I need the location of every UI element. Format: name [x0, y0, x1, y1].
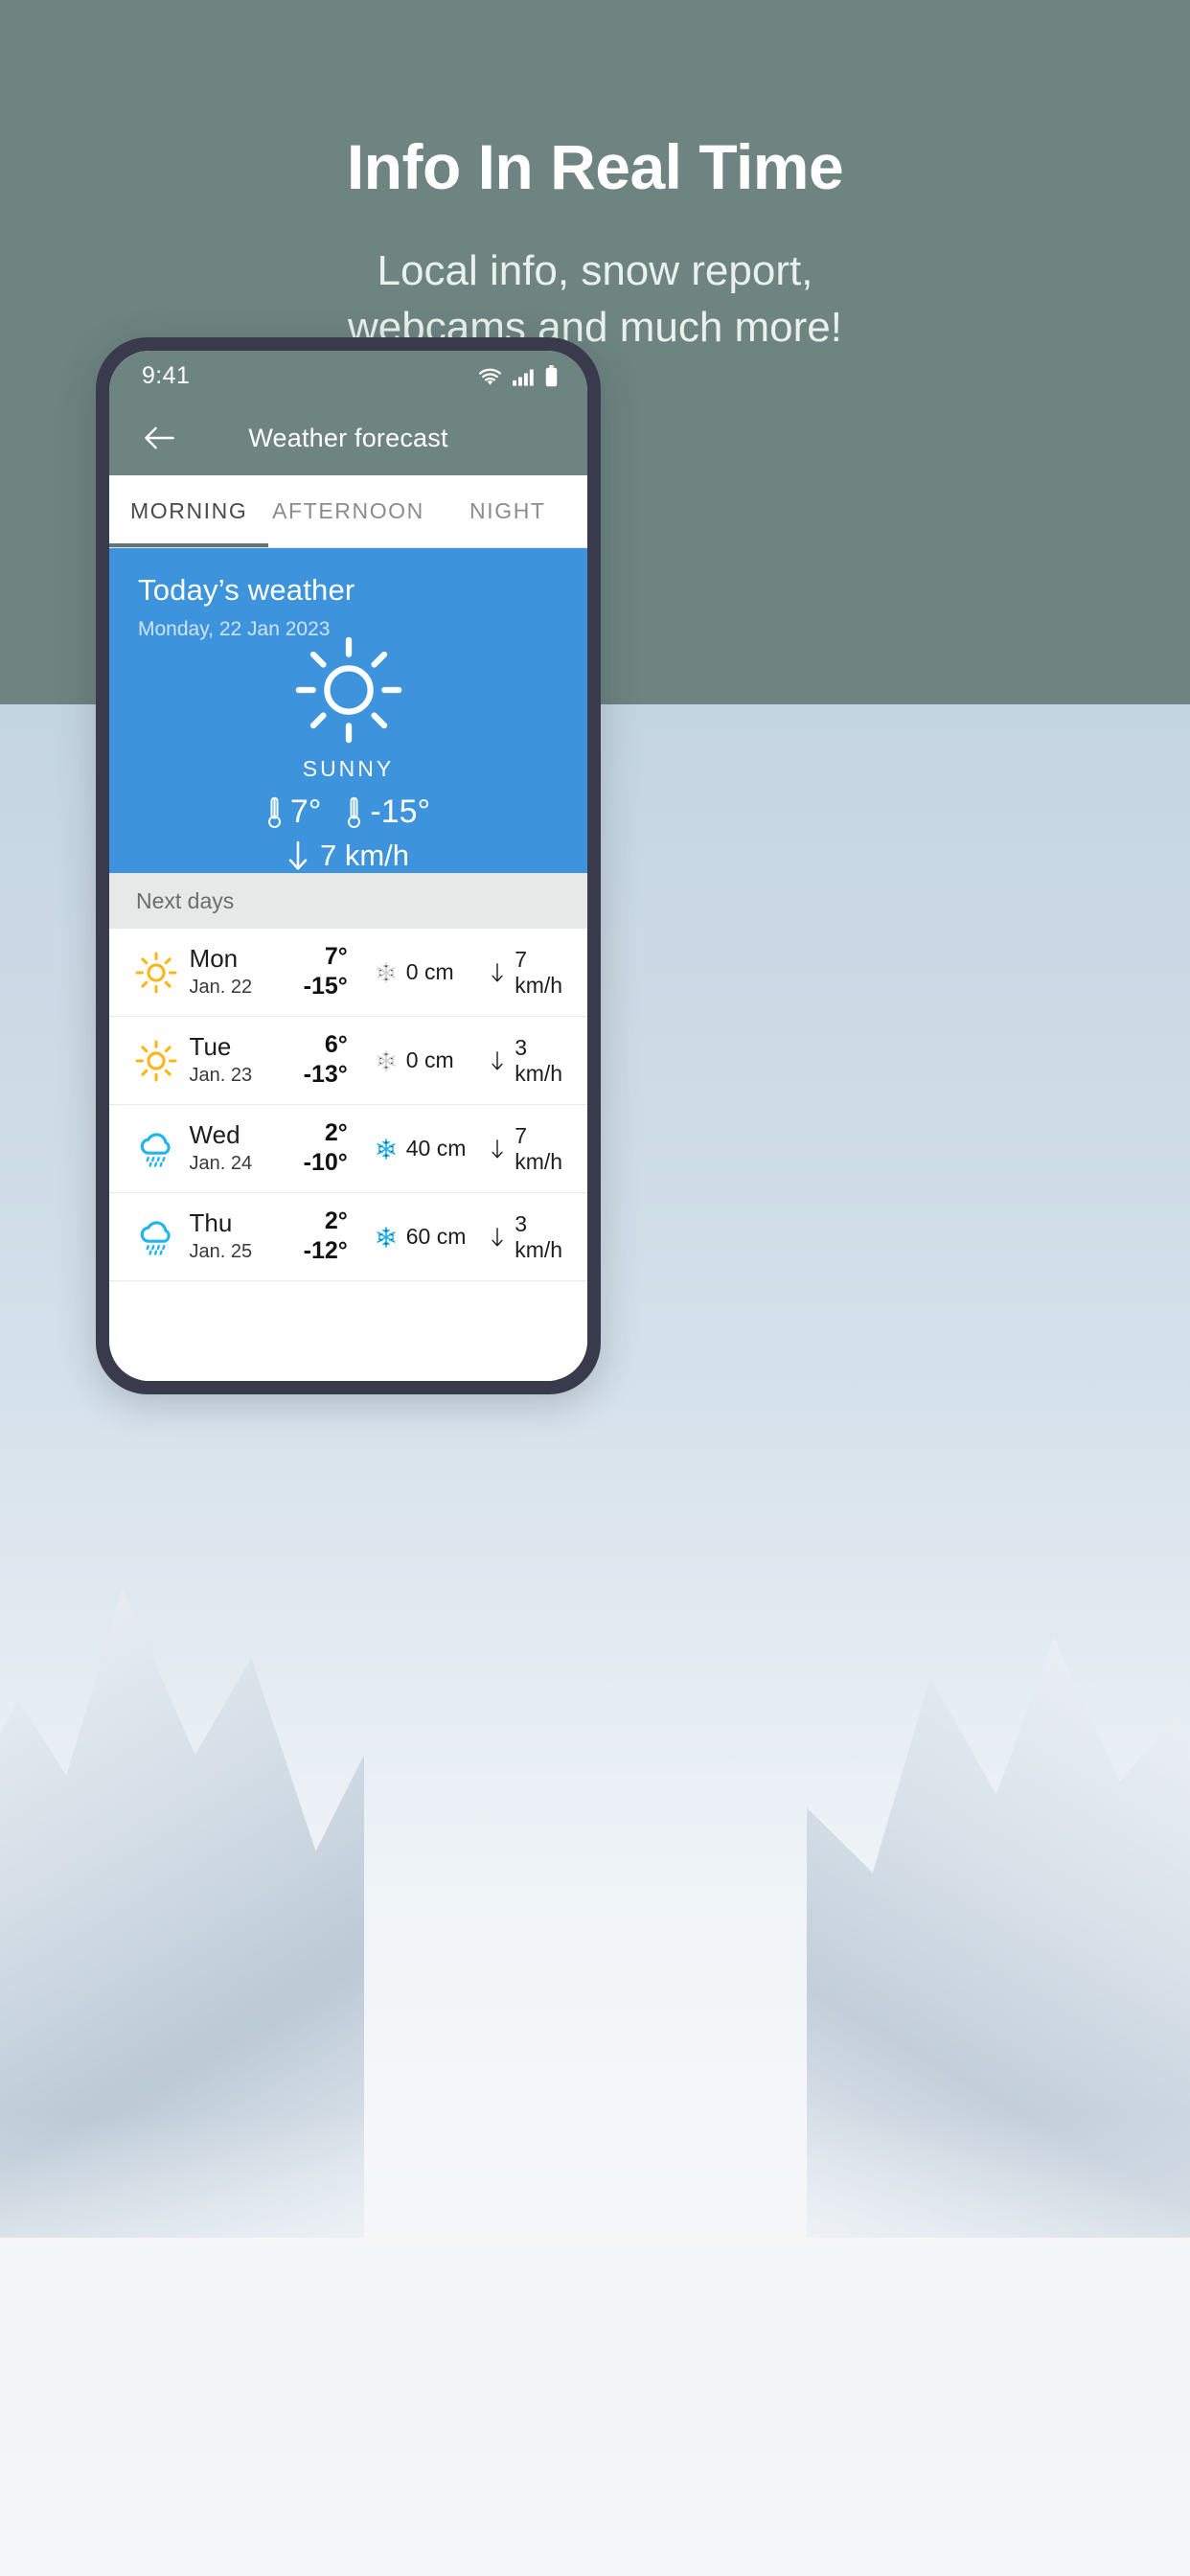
snowflake-icon: [377, 1049, 396, 1071]
forecast-snow-cell: 60 cm: [375, 1224, 481, 1250]
forecast-day-cell: Mon Jan. 22: [189, 943, 271, 999]
snowflake-icon: [377, 1226, 396, 1248]
forecast-day-name: Wed: [189, 1119, 240, 1149]
forecast-day-cell: Thu Jan. 25: [189, 1208, 271, 1263]
snowflake-icon: [377, 961, 396, 983]
forecast-temp-high: 2°: [324, 1207, 348, 1234]
snowflake-icon: [377, 1138, 396, 1160]
forecast-wind-value: 3 km/h: [515, 1210, 563, 1262]
arrow-down-icon: [288, 840, 308, 870]
sun-icon: [135, 1040, 177, 1081]
today-temp-high: 7°: [266, 794, 322, 831]
battery-icon: [545, 364, 558, 386]
hero-subtitle-line-1: Local info, snow report,: [377, 247, 813, 295]
forecast-snow-value: 0 cm: [405, 959, 454, 984]
forecast-snow-cell: 0 cm: [375, 1047, 481, 1073]
forecast-temp-low: -15°: [303, 973, 348, 1000]
forecast-temps-cell: 6° -13°: [271, 1032, 348, 1089]
forecast-temp-low: -12°: [303, 1237, 348, 1265]
forecast-day-name: Thu: [189, 1208, 233, 1237]
forecast-temps-cell: 7° -15°: [271, 944, 348, 1000]
status-bar: 9:41: [109, 351, 587, 401]
hero-copy: Info In Real Time Local info, snow repor…: [0, 0, 1190, 356]
forecast-snow-cell: 0 cm: [375, 959, 481, 985]
forecast-temps-cell: 2° -10°: [271, 1120, 348, 1177]
forecast-temp-high: 2°: [324, 1118, 348, 1146]
forecast-day-name: Mon: [189, 943, 239, 973]
screenshot-root: Info In Real Time Local info, snow repor…: [0, 0, 1190, 2576]
phone-screen: 9:41 Weather forecast MORNING AFTERNOON …: [109, 351, 587, 1381]
forecast-day-cell: Wed Jan. 24: [189, 1119, 271, 1175]
thermometer-icon: [348, 796, 361, 828]
forecast-temps-cell: 2° -12°: [271, 1208, 348, 1265]
today-temperatures: 7° -15°: [266, 794, 430, 831]
forecast-snow-cell: 40 cm: [375, 1136, 481, 1162]
forecast-temp-low: -10°: [303, 1149, 348, 1177]
forecast-temp-low: -13°: [303, 1061, 348, 1089]
forecast-temp-high: 7°: [324, 942, 348, 970]
today-weather-body: SUNNY 7° -15° 7 km/h: [138, 633, 559, 873]
next-days-list: Mon Jan. 22 7° -15° 0 cm 7 km/h Tue Jan.…: [109, 929, 587, 1381]
today-condition: SUNNY: [302, 756, 395, 781]
forecast-wind-value: 3 km/h: [515, 1034, 563, 1086]
app-bar: Weather forecast: [109, 401, 587, 475]
today-weather-card: Today’s weather Monday, 22 Jan 2023 SUNN…: [109, 548, 587, 873]
forecast-condition-icon-cell: [128, 1214, 184, 1260]
arrow-down-icon: [492, 1050, 503, 1070]
today-temp-high-value: 7°: [289, 794, 322, 830]
tab-afternoon[interactable]: AFTERNOON: [268, 475, 427, 547]
forecast-condition-icon-cell: [128, 1039, 184, 1083]
today-wind-value: 7 km/h: [319, 839, 410, 872]
forecast-snow-value: 40 cm: [405, 1136, 467, 1161]
thermometer-icon: [267, 796, 281, 828]
forecast-day-date: Jan. 25: [189, 1241, 253, 1263]
forecast-temp-high: 6°: [324, 1030, 348, 1058]
forecast-wind-cell: 7 km/h: [491, 1123, 566, 1175]
table-row[interactable]: Mon Jan. 22 7° -15° 0 cm 7 km/h: [109, 929, 587, 1017]
arrow-down-icon: [492, 1227, 503, 1246]
wifi-icon: [479, 368, 501, 385]
tab-bar: MORNING AFTERNOON NIGHT: [109, 475, 587, 548]
today-weather-title: Today’s weather: [138, 573, 355, 607]
today-temp-low: -15°: [346, 794, 430, 831]
tab-morning[interactable]: MORNING: [109, 475, 269, 547]
table-row[interactable]: Tue Jan. 23 6° -13° 0 cm 3 km/h: [109, 1017, 587, 1105]
sun-icon: [295, 636, 401, 744]
arrow-left-icon: [145, 426, 174, 449]
arrow-down-icon: [492, 962, 503, 981]
today-temp-low-value: -15°: [370, 794, 431, 830]
hero-title: Info In Real Time: [346, 131, 844, 202]
table-row[interactable]: Thu Jan. 25 2° -12° 60 cm 3 km/h: [109, 1193, 587, 1281]
forecast-day-date: Jan. 22: [189, 977, 253, 999]
sun-icon: [135, 952, 177, 993]
forecast-condition-icon-cell: [128, 951, 184, 995]
forecast-day-name: Tue: [189, 1031, 232, 1061]
forecast-day-date: Jan. 24: [189, 1153, 253, 1175]
forecast-day-cell: Tue Jan. 23: [189, 1031, 271, 1087]
forecast-snow-value: 60 cm: [405, 1224, 467, 1249]
table-row[interactable]: Wed Jan. 24 2° -10° 40 cm 7 km/h: [109, 1105, 587, 1193]
next-days-header: Next days: [109, 873, 587, 929]
cellular-signal-icon: [513, 369, 534, 386]
forecast-wind-cell: 3 km/h: [491, 1035, 566, 1087]
arrow-down-icon: [492, 1138, 503, 1158]
status-bar-icons: [477, 364, 559, 387]
forecast-condition-icon-cell: [128, 1126, 184, 1172]
snowfield-decoration: [0, 2113, 1190, 2576]
forecast-wind-cell: 3 km/h: [491, 1211, 566, 1263]
cloud-snow-icon: [140, 1132, 171, 1167]
forecast-wind-cell: 7 km/h: [491, 947, 566, 999]
phone-mockup: 9:41 Weather forecast MORNING AFTERNOON …: [96, 337, 601, 1394]
cloud-snow-icon: [140, 1220, 171, 1255]
status-bar-time: 9:41: [142, 361, 191, 389]
forecast-snow-value: 0 cm: [405, 1047, 454, 1072]
today-wind: 7 km/h: [287, 839, 409, 873]
forecast-day-date: Jan. 23: [189, 1065, 253, 1087]
forecast-wind-value: 7 km/h: [515, 946, 563, 998]
tab-night[interactable]: NIGHT: [428, 475, 587, 547]
forecast-wind-value: 7 km/h: [515, 1122, 563, 1174]
back-button[interactable]: [134, 413, 184, 463]
